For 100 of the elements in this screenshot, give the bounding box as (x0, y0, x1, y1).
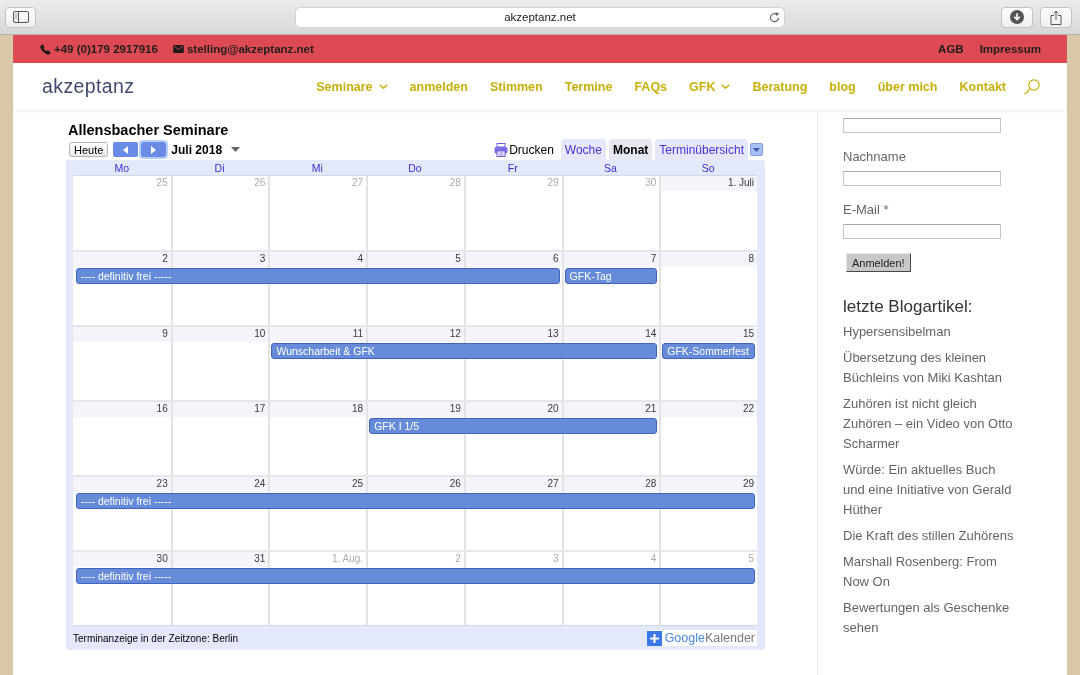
date-label: 11 (270, 327, 367, 342)
month-label: Juli 2018 (171, 142, 223, 157)
right-triangle-icon (151, 145, 157, 154)
event-bar[interactable]: Wunscharbeit & GFK (271, 343, 658, 359)
view-tab[interactable]: Woche (560, 139, 606, 160)
date-label: 20 (465, 402, 562, 417)
date-label: 23 (73, 477, 171, 492)
date-label: 28 (563, 477, 660, 492)
date-label: 19 (368, 402, 464, 417)
date-label: 13 (465, 327, 562, 342)
date-label: 29 (661, 477, 757, 492)
weekday-label: Fr (507, 161, 518, 176)
input-field[interactable] (843, 224, 1001, 239)
weekday-label: So (701, 161, 715, 176)
date-label: 10 (172, 327, 269, 342)
today-button[interactable]: Heute (69, 142, 109, 157)
print-link[interactable]: Drucken (494, 142, 554, 157)
event-bar[interactable]: GFK-Sommerfest (662, 343, 755, 359)
nav-link[interactable]: Beratung (752, 79, 808, 94)
date-label: 27 (465, 477, 562, 492)
nav-link[interactable]: GFK (689, 79, 731, 94)
next-month-button[interactable] (141, 142, 167, 157)
date-label: 17 (172, 402, 269, 417)
share-icon (1050, 9, 1062, 25)
blog-post-link[interactable]: Marshall Rosenberg: From Now On (843, 552, 1017, 592)
nav-link[interactable]: über mich (877, 79, 938, 94)
caret-icon (753, 147, 760, 152)
date-label: 26 (368, 477, 464, 492)
date-label: 22 (661, 402, 757, 417)
left-triangle-icon (123, 145, 129, 154)
submit-button[interactable]: Anmelden! (846, 253, 911, 272)
previous-month-button[interactable] (113, 142, 139, 157)
email-link[interactable]: stelling@akzeptanz.net (186, 43, 314, 55)
nav-link[interactable]: blog (829, 79, 856, 94)
date-label: 4 (270, 252, 367, 267)
field-label: E-Mail * (843, 201, 889, 219)
date-label: 24 (172, 477, 269, 492)
blog-post-link[interactable]: Übersetzung des kleinen Büchleins von Miki Kashtan (843, 348, 1017, 388)
date-label: 16 (73, 402, 171, 417)
phone-icon (40, 43, 51, 55)
printer-icon (494, 142, 509, 157)
top-bar-link[interactable]: Impressum (979, 43, 1041, 55)
download-icon (1010, 10, 1024, 24)
mail-icon (172, 45, 184, 53)
weekday-label: Mo (114, 161, 130, 176)
date-label: 7 (563, 252, 660, 267)
weekday-label: Di (214, 161, 225, 176)
date-label: 14 (563, 327, 660, 342)
phone-link[interactable]: +49 (0)179 2917916 (54, 43, 158, 55)
download-button[interactable] (1001, 6, 1033, 28)
share-button[interactable] (1040, 6, 1072, 28)
date-label: 6 (465, 252, 562, 267)
view-tab[interactable]: Terminübersicht (655, 139, 748, 160)
blog-post-link[interactable]: Würde: Ein aktuelles Buch und eine Initiative von Gerald Hüther (843, 460, 1017, 520)
event-bar[interactable]: GFK I 1/5 (369, 418, 658, 434)
date-label: 2 (73, 252, 171, 267)
event-bar[interactable]: ---- definitiv frei ----- (76, 568, 755, 584)
event-bar[interactable]: ---- definitiv frei ----- (76, 493, 755, 509)
nav-link[interactable]: anmelden (409, 79, 468, 94)
top-bar-link[interactable]: AGB (938, 43, 964, 55)
event-bar[interactable]: ---- definitiv frei ----- (76, 268, 560, 284)
address-field[interactable]: akzeptanz.net (295, 6, 785, 28)
calendar-title: Allensbacher Seminare (67, 121, 229, 139)
weekday-label: Mi (311, 161, 323, 176)
date-label: 15 (661, 327, 757, 342)
event-bar[interactable]: GFK-Tag (564, 268, 658, 284)
nav-link[interactable]: Seminare (316, 79, 388, 94)
blog-post-link[interactable]: Die Kraft des stillen Zuhörens (843, 526, 1017, 546)
nav-link[interactable]: Kontakt (959, 79, 1006, 94)
date-label: 9 (73, 327, 171, 342)
date-label: 21 (563, 402, 660, 417)
blog-post-link[interactable]: Zuhören ist nicht gleich Zuhören – ein Video von Otto Scharmer (843, 394, 1017, 454)
nav-link[interactable]: FAQs (634, 79, 668, 94)
date-label: 18 (270, 402, 367, 417)
date-label: 3 (172, 252, 269, 267)
field-label: Nachname (843, 148, 906, 166)
nav-link[interactable]: Stimmen (489, 79, 543, 94)
caret-icon[interactable] (231, 147, 241, 152)
date-label: 5 (368, 252, 464, 267)
weekday-label: Sa (604, 161, 617, 176)
view-tab[interactable]: Monat (608, 139, 653, 160)
plus-icon (646, 630, 662, 646)
site-logo[interactable]: akzeptanz (42, 75, 135, 98)
date-label: 8 (661, 252, 757, 267)
date-label: 12 (368, 327, 464, 342)
blog-post-link[interactable]: Hypersensibelman (843, 322, 1017, 342)
view-menu-button[interactable] (750, 143, 763, 156)
nav-link[interactable]: Termine (564, 79, 613, 94)
sidebar-icon (12, 11, 29, 23)
input-field[interactable] (843, 171, 1001, 186)
date-label: 1. Juli (661, 176, 757, 191)
input-field[interactable] (843, 118, 1001, 133)
sidebar-button[interactable] (5, 6, 36, 28)
add-calendar-button[interactable]: GoogleKalender (646, 630, 757, 646)
timezone-note: Terminanzeige in der Zeitzone: Berlin (73, 632, 239, 644)
weekday-label: Do (408, 161, 422, 176)
reload-icon[interactable] (769, 11, 780, 23)
date-label: 30 (73, 552, 171, 567)
sidebar-heading: letzte Blogartikel: (843, 296, 973, 318)
blog-post-link[interactable]: Bewertungen als Geschenke sehen (843, 598, 1017, 638)
